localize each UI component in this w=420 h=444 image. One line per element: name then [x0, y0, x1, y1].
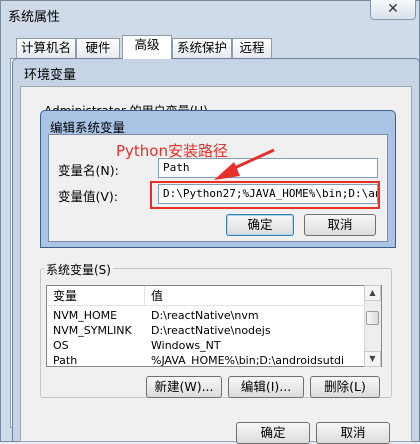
- row-name[interactable]: NVM_HOME: [53, 308, 143, 324]
- row-value[interactable]: %JAVA_HOME%\bin;D:\androidsutdi: [151, 353, 363, 366]
- variable-name-label: 变量名(N):: [58, 163, 119, 178]
- edit-cancel-button[interactable]: 取消: [304, 214, 376, 236]
- row-name[interactable]: OS: [53, 338, 143, 354]
- delete-variable-button[interactable]: 删除(L): [310, 376, 380, 398]
- column-header-variable[interactable]: 变量: [47, 286, 145, 306]
- annotation-arrow-icon: [214, 148, 275, 180]
- env-ok-button[interactable]: 确定: [236, 422, 310, 444]
- row-value[interactable]: Windows_NT: [151, 338, 363, 354]
- tab-advanced[interactable]: 高级: [122, 35, 172, 59]
- row-name[interactable]: NVM_SYMLINK: [53, 323, 143, 339]
- row-value[interactable]: D:\reactNative\nodejs: [151, 323, 363, 339]
- env-window-title: 环境变量: [24, 68, 77, 83]
- system-variables-table[interactable]: 变量 值 NVM_HOME D:\reactNative\nvm NVM_SYM…: [46, 285, 382, 367]
- edit-variable-button[interactable]: 编辑(I)...: [228, 376, 304, 398]
- scroll-thumb[interactable]: [366, 311, 379, 325]
- row-name[interactable]: Path: [53, 353, 143, 366]
- new-variable-button[interactable]: 新建(W)...: [146, 376, 222, 398]
- scroll-up-icon[interactable]: ▲: [364, 285, 381, 301]
- tab-computer-name[interactable]: 计算机名: [16, 38, 76, 58]
- scroll-down-icon[interactable]: ▼: [364, 351, 381, 367]
- tab-hardware[interactable]: 硬件: [76, 38, 120, 58]
- column-header-value[interactable]: 值: [145, 286, 365, 306]
- tab-system-protection[interactable]: 系统保护: [172, 38, 232, 58]
- variable-value-label: 变量值(V):: [58, 189, 119, 204]
- system-variables-label: 系统变量(S): [44, 261, 113, 278]
- row-value[interactable]: D:\reactNative\nvm: [151, 308, 363, 324]
- env-cancel-button[interactable]: 取消: [316, 422, 390, 444]
- window-title: 系统属性: [8, 10, 61, 25]
- edit-ok-button[interactable]: 确定: [226, 214, 294, 236]
- tab-remote[interactable]: 远程: [232, 38, 272, 58]
- close-button[interactable]: ✕: [370, 0, 416, 20]
